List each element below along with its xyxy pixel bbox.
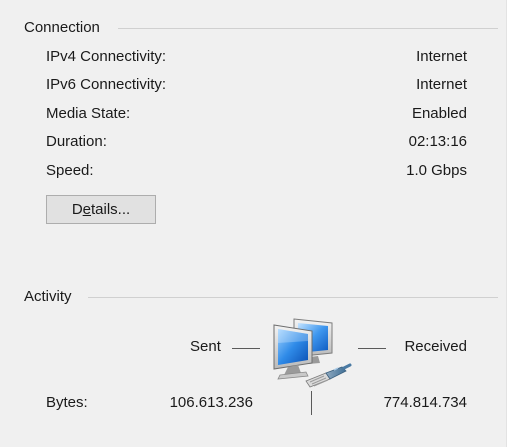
details-button-mnemonic: e	[82, 201, 91, 218]
speed-value: 1.0 Gbps	[406, 162, 467, 179]
activity-group-divider	[88, 297, 498, 298]
media-state-label: Media State:	[46, 105, 131, 122]
details-button-label-prefix: D	[71, 201, 83, 218]
ipv4-connectivity-label: IPv4 Connectivity:	[46, 48, 167, 65]
bytes-sent-value: 106.613.236	[169, 394, 253, 411]
bytes-separator	[311, 391, 312, 415]
connection-group-divider	[118, 28, 498, 29]
bytes-received-value: 774.814.734	[383, 394, 467, 411]
network-status-panel: Connection IPv4 Connectivity: Internet I…	[0, 0, 506, 447]
sent-connector-line	[232, 348, 260, 349]
media-state-value: Enabled	[411, 105, 467, 122]
bytes-label: Bytes:	[46, 394, 88, 411]
received-connector-line	[358, 348, 386, 349]
connection-group-title: Connection	[24, 19, 100, 36]
details-button[interactable]: Details...	[46, 195, 156, 224]
sent-label: Sent	[190, 338, 221, 355]
ipv4-connectivity-value: Internet	[416, 48, 467, 65]
network-computers-icon	[268, 313, 352, 389]
details-button-label-suffix: tails...	[91, 201, 131, 218]
activity-group-title: Activity	[24, 288, 72, 305]
ipv6-connectivity-value: Internet	[416, 76, 467, 93]
ipv6-connectivity-label: IPv6 Connectivity:	[46, 76, 167, 93]
speed-label: Speed:	[46, 162, 94, 179]
received-label: Received	[404, 338, 467, 355]
duration-value: 02:13:16	[408, 133, 467, 150]
duration-label: Duration:	[46, 133, 107, 150]
dialog-edge	[506, 0, 520, 447]
